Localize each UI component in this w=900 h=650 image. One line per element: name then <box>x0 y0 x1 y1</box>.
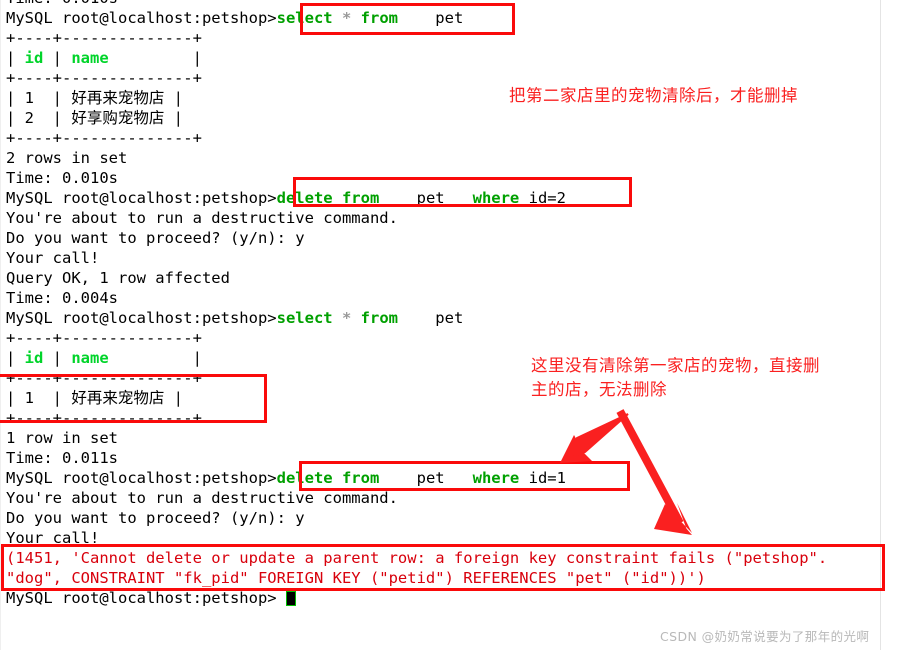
sql-token: select <box>276 9 333 27</box>
sql-token: id=2 <box>519 189 566 207</box>
sql-token: id=1 <box>519 469 566 487</box>
terminal-line: You're about to run a destructive comman… <box>6 209 398 227</box>
sql-token: pet <box>379 189 473 207</box>
terminal-line: Do you want to proceed? (y/n): y <box>6 229 305 247</box>
terminal-prompt-line: MySQL root@localhost:petshop>select * fr… <box>0 308 880 328</box>
terminal-line: 2 rows in set <box>6 149 128 167</box>
terminal-line: | 2 | 好享购宠物店 | <box>6 109 183 127</box>
shell-prompt: MySQL root@localhost:petshop> <box>6 309 277 327</box>
terminal-line: Your call! <box>6 249 100 267</box>
annotation-note-bottom: 这里没有清除第一家店的宠物，直接删 主的店，无法删除 <box>531 356 820 399</box>
sql-token: pet <box>397 309 464 327</box>
terminal-line: +----+--------------+ <box>6 409 202 427</box>
column-header: name <box>71 49 109 67</box>
sql-token: pet <box>379 469 473 487</box>
terminal-line: Do you want to proceed? (y/n): y <box>6 509 305 527</box>
terminal-prompt-cursor-line: MySQL root@localhost:petshop> <box>0 588 880 608</box>
sql-token: delete from <box>276 189 380 207</box>
shell-prompt: MySQL root@localhost:petshop> <box>6 589 286 607</box>
shell-prompt: MySQL root@localhost:petshop> <box>6 9 277 27</box>
terminal-error-line: "dog", CONSTRAINT "fk_pid" FOREIGN KEY (… <box>6 569 706 587</box>
terminal-prompt-line: MySQL root@localhost:petshop>delete from… <box>0 188 880 208</box>
sql-token: pet <box>397 9 464 27</box>
sql-token: * <box>341 9 352 27</box>
annotation-note-top: 把第二家店里的宠物清除后，才能删掉 <box>509 86 798 105</box>
table-header-row: | id | name | <box>6 49 202 67</box>
sql-token: where <box>472 189 520 207</box>
csdn-watermark: CSDN @奶奶常说要为了那年的光啊 <box>660 629 870 644</box>
sql-token: where <box>472 469 520 487</box>
terminal-line: 1 row in set <box>6 429 118 447</box>
terminal-line: Time: 0.010s <box>6 169 118 187</box>
terminal-prompt-line: MySQL root@localhost:petshop>delete from… <box>0 468 880 488</box>
shell-prompt: MySQL root@localhost:petshop> <box>6 189 277 207</box>
text-cursor[interactable] <box>285 591 296 606</box>
terminal-line: +----+--------------+ <box>6 129 202 147</box>
terminal-error-line: (1451, 'Cannot delete or update a parent… <box>6 549 828 567</box>
terminal-line: You're about to run a destructive comman… <box>6 489 398 507</box>
terminal-line: Your call! <box>6 529 100 547</box>
sql-token: from <box>360 9 398 27</box>
column-header: id <box>24 349 44 367</box>
terminal-line: Time: 0.011s <box>6 449 118 467</box>
sql-token: from <box>360 309 398 327</box>
column-header: name <box>71 349 109 367</box>
sql-token: * <box>341 309 352 327</box>
column-header: id <box>24 49 44 67</box>
terminal-line: Time: 0.004s <box>6 289 118 307</box>
terminal-line: Query OK, 1 row affected <box>6 269 230 287</box>
shell-prompt: MySQL root@localhost:petshop> <box>6 469 277 487</box>
terminal-line: Time: 0.010s <box>0 0 880 8</box>
page-right-edge <box>880 0 881 650</box>
sql-token: delete from <box>276 469 380 487</box>
terminal-line: +----+--------------+ <box>6 329 202 347</box>
terminal-line: +----+--------------+ <box>6 29 202 47</box>
sql-token: select <box>276 309 333 327</box>
terminal-screenshot: Time: 0.010sMySQL root@localhost:petshop… <box>0 0 900 650</box>
terminal-prompt-line: MySQL root@localhost:petshop>select * fr… <box>0 8 880 28</box>
